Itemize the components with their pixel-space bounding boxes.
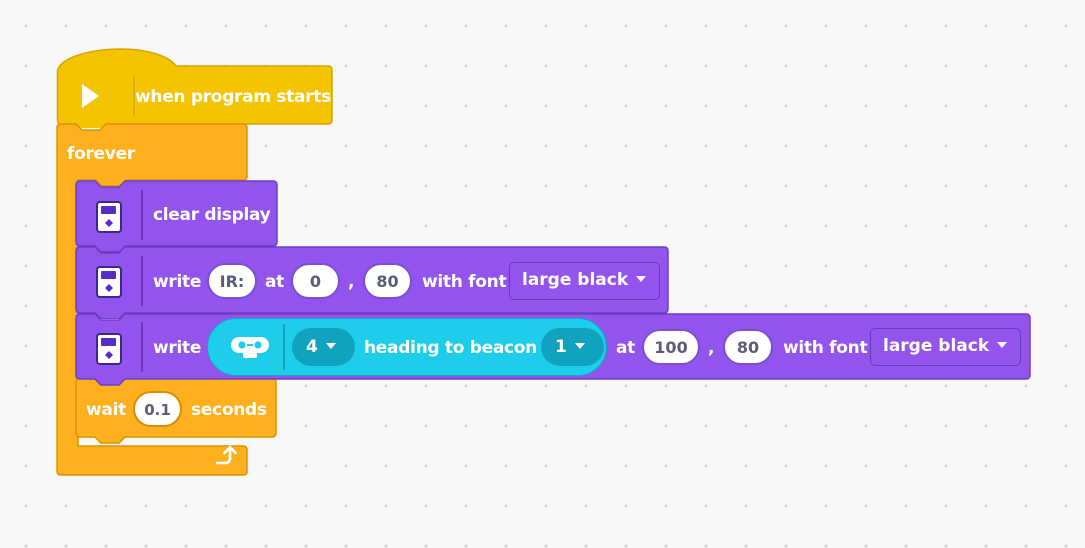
text-input[interactable]: IR: [207, 263, 257, 299]
divider [141, 322, 143, 372]
font-dropdown[interactable]: large black [870, 328, 1021, 366]
font-value: large black [883, 336, 990, 356]
y-coordinate-input[interactable]: 80 [363, 263, 412, 299]
comma-label: , [708, 338, 715, 358]
wait-label: wait [86, 400, 126, 420]
divider [141, 190, 143, 240]
display-icon [96, 266, 122, 298]
chevron-down-icon [325, 342, 336, 349]
sensor-port-value: 4 [306, 337, 318, 357]
y-coordinate-input[interactable]: 80 [723, 329, 773, 365]
forever-label: forever [67, 144, 135, 164]
comma-label: , [348, 272, 355, 292]
font-label: with font [422, 272, 507, 292]
font-dropdown[interactable]: large black [509, 262, 660, 300]
write-label: write [153, 338, 202, 358]
clear-display-label: clear display [153, 205, 271, 225]
beacon-channel-dropdown[interactable]: 1 [541, 328, 604, 366]
divider [141, 256, 143, 306]
reporter-divider [283, 324, 285, 370]
display-icon [96, 333, 122, 365]
beacon-channel-value: 1 [555, 337, 567, 357]
write-label: write [153, 272, 202, 292]
hat-label: when program starts [135, 87, 331, 107]
chevron-down-icon [574, 342, 585, 349]
reporter-label: heading to beacon [364, 338, 537, 358]
wait-unit-label: seconds [191, 400, 267, 420]
font-label: with font [783, 338, 868, 358]
x-coordinate-input[interactable]: 0 [291, 263, 340, 299]
at-label: at [616, 338, 635, 358]
display-icon [96, 201, 122, 233]
wait-seconds-input[interactable]: 0.1 [133, 391, 182, 427]
chevron-down-icon [997, 341, 1008, 348]
at-label: at [265, 272, 284, 292]
sensor-port-dropdown[interactable]: 4 [292, 328, 355, 366]
infrared-sensor-icon [231, 337, 269, 358]
x-coordinate-input[interactable]: 100 [642, 329, 700, 365]
font-value: large black [522, 270, 629, 290]
play-icon [82, 84, 99, 108]
chevron-down-icon [636, 275, 647, 282]
